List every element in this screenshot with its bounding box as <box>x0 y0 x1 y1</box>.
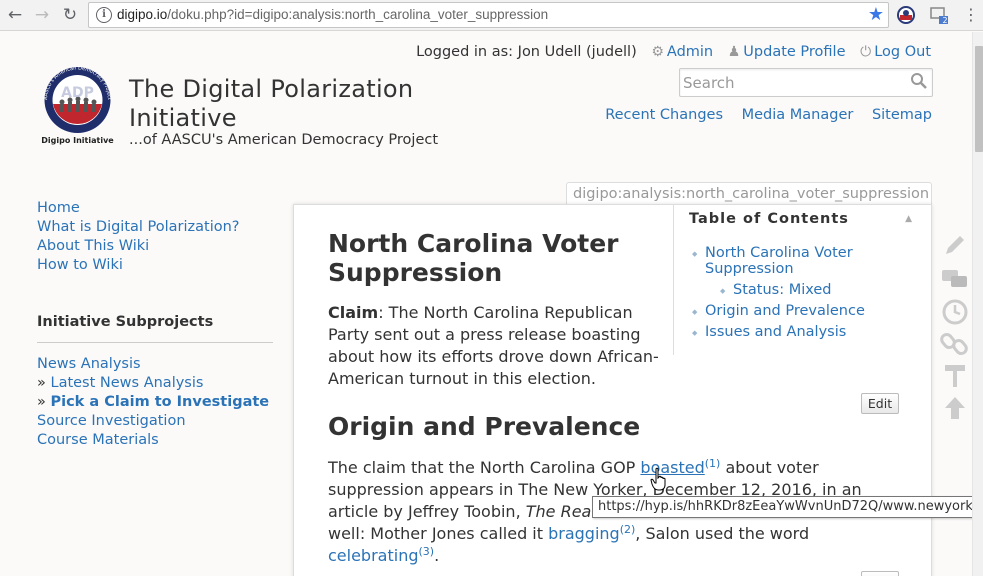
bookmark-star-icon[interactable]: ★ <box>868 4 884 25</box>
user-icon: ♟ <box>727 44 741 60</box>
extension-logo-icon[interactable] <box>896 5 916 25</box>
pencil-icon[interactable] <box>940 232 970 260</box>
toc-title[interactable]: Table of Contents <box>689 211 849 227</box>
para-text: , Salon used the word <box>635 524 810 543</box>
main-content: North Carolina Voter Suppression Claim: … <box>293 204 932 576</box>
url-text: digipo.io/doku.php?id=digipo:analysis:no… <box>117 7 548 22</box>
url-host: digipo.io <box>117 7 168 22</box>
media-manager-link[interactable]: Media Manager <box>742 107 854 123</box>
claim-paragraph: Claim: The North Carolina Republican Par… <box>328 302 673 390</box>
sidebar-section-title: Initiative Subprojects <box>37 313 273 343</box>
profile-label: Update Profile <box>743 44 846 60</box>
toc-item: North Carolina Voter Suppression <box>692 245 912 277</box>
url-path: /doku.php?id=digipo:analysis:north_carol… <box>167 7 549 22</box>
link-tooltip: https://hyp.is/hhRKDr8zEeaYwWvnUnD72Q/ww… <box>592 496 983 518</box>
menu-icon[interactable]: ⋮ <box>960 4 982 26</box>
toc-link-origin[interactable]: Origin and Prevalence <box>705 303 865 319</box>
footnote-3[interactable]: (3) <box>418 545 434 558</box>
logout-link[interactable]: ⏻ Log Out <box>860 44 931 60</box>
gear-icon: ⚙ <box>651 44 664 60</box>
sidebar-link-source[interactable]: Source Investigation <box>37 412 273 431</box>
sidebar-item-latest: » Latest News Analysis <box>37 375 204 391</box>
edit-section-button[interactable]: Edit <box>861 393 899 414</box>
toc-item: Origin and Prevalence <box>692 303 912 320</box>
sidebar-link-about[interactable]: About This Wiki <box>37 237 273 256</box>
search-input[interactable] <box>683 72 903 93</box>
footnote-1[interactable]: (1) <box>705 457 721 470</box>
sidebar-item-pick: » Pick a Claim to Investigate <box>37 394 270 410</box>
search-box <box>679 68 933 97</box>
edit-section-button-2[interactable]: Edit <box>861 571 899 576</box>
recent-changes-link[interactable]: Recent Changes <box>605 107 723 123</box>
sidebar-link-pick-claim[interactable]: Pick a Claim to Investigate <box>50 394 269 410</box>
hand-cursor-icon <box>650 467 666 491</box>
sidebar-link-course[interactable]: Course Materials <box>37 431 273 450</box>
logged-in-text: Logged in as: Jon Udell (judell) <box>416 44 637 60</box>
arrow-up-icon[interactable] <box>940 394 970 422</box>
site-tools: Recent Changes Media Manager Sitemap <box>591 107 932 123</box>
paint-roller-icon[interactable] <box>940 362 970 390</box>
link-chain-icon[interactable] <box>940 330 970 358</box>
para-text: The claim that the North Carolina GOP <box>328 458 641 477</box>
admin-label: Admin <box>666 44 714 60</box>
search-icon[interactable] <box>910 72 928 90</box>
back-button[interactable]: ← <box>4 4 26 26</box>
toc-collapse-icon[interactable]: ▲ <box>905 214 912 224</box>
section-heading-origin: Origin and Prevalence <box>328 412 641 441</box>
update-profile-link[interactable]: ♟ Update Profile <box>728 44 846 60</box>
address-bar[interactable]: i digipo.io/doku.php?id=digipo:analysis:… <box>88 2 889 28</box>
clock-icon[interactable] <box>940 298 970 326</box>
power-icon: ⏻ <box>860 44 872 60</box>
logo-bottom-text: Digipo Initiative <box>41 136 114 145</box>
info-icon[interactable]: i <box>96 7 112 23</box>
link-celebrating[interactable]: celebrating <box>328 546 418 565</box>
browser-toolbar: ← → ↻ i digipo.io/doku.php?id=digipo:ana… <box>0 0 983 31</box>
para-text: . <box>434 546 440 565</box>
article-title: The Rea <box>525 502 592 521</box>
toc-link-status[interactable]: Status: Mixed <box>733 282 832 298</box>
site-tagline: ...of AASCU's American Democracy Project <box>129 132 439 148</box>
page-title: North Carolina Voter Suppression <box>328 229 619 287</box>
claim-label: Claim <box>328 303 379 322</box>
admin-link[interactable]: ⚙ Admin <box>651 44 713 60</box>
reload-button[interactable]: ↻ <box>59 4 81 26</box>
site-logo[interactable]: AASCU's American Democracy Project ADP D… <box>37 64 118 146</box>
discussion-icon[interactable] <box>940 266 970 294</box>
toc-item: Issues and Analysis <box>692 324 912 341</box>
sidebar-link-how-to[interactable]: How to Wiki <box>37 256 273 275</box>
toc-link-issues[interactable]: Issues and Analysis <box>705 324 846 340</box>
extension-badge: 2 <box>942 16 948 25</box>
sidebar: Home What is Digital Polarization? About… <box>37 199 273 450</box>
toc-item: Status: Mixed <box>720 282 912 299</box>
site-title[interactable]: The Digital Polarization Initiative <box>129 75 429 133</box>
logo-center-text: ADP <box>61 85 94 101</box>
table-of-contents: Table of Contents ▲ North Carolina Voter… <box>673 205 918 355</box>
footnote-2[interactable]: (2) <box>620 523 636 536</box>
sidebar-link-home[interactable]: Home <box>37 199 273 218</box>
link-bragging[interactable]: bragging <box>548 524 620 543</box>
sitemap-link[interactable]: Sitemap <box>872 107 932 123</box>
sidebar-link-latest[interactable]: Latest News Analysis <box>50 375 203 391</box>
toc-link-title[interactable]: North Carolina Voter Suppression <box>705 245 853 277</box>
page-scrollbar[interactable] <box>972 32 983 576</box>
scrollbar-thumb[interactable] <box>975 46 983 152</box>
logout-label: Log Out <box>874 44 931 60</box>
sidebar-link-what-is[interactable]: What is Digital Polarization? <box>37 218 273 237</box>
user-bar: Logged in as: Jon Udell (judell) ⚙ Admin … <box>416 44 931 60</box>
forward-button[interactable]: → <box>31 4 53 26</box>
sidebar-link-news-analysis[interactable]: News Analysis <box>37 355 273 374</box>
claim-text: : The North Carolina Republican Party se… <box>328 303 659 388</box>
